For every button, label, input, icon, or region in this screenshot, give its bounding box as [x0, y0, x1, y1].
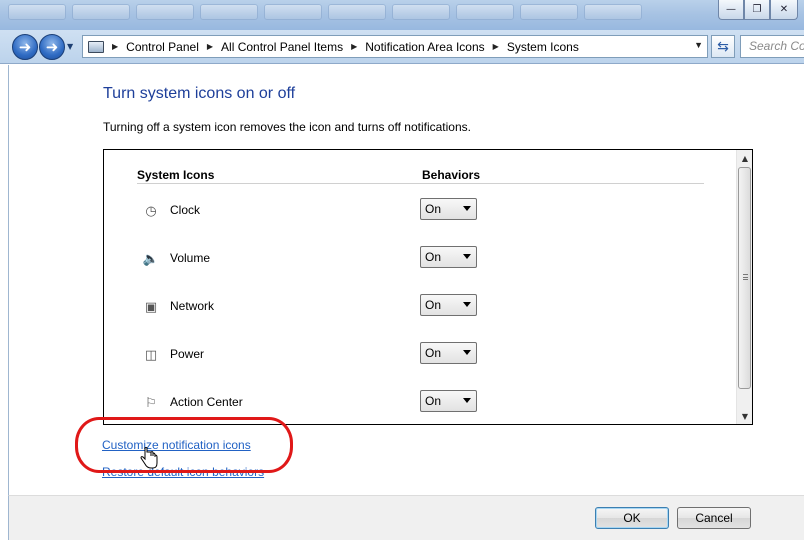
refresh-button[interactable]: ⇆	[711, 35, 735, 58]
scroll-down-icon[interactable]: ▼	[737, 408, 752, 424]
ok-button[interactable]: OK	[595, 507, 669, 529]
action-center-flag-icon: ⚐	[145, 395, 157, 411]
chevron-down-icon	[463, 302, 471, 307]
forward-button[interactable]: ➜	[39, 34, 65, 60]
minimize-button[interactable]: —	[718, 0, 744, 20]
chevron-down-icon	[463, 206, 471, 211]
maximize-button[interactable]: ❐	[744, 0, 770, 20]
select-value: On	[425, 298, 442, 312]
chevron-right-icon[interactable]: ▶	[108, 42, 122, 51]
select-value: On	[425, 202, 442, 216]
item-label: Clock	[170, 203, 201, 217]
chevron-down-icon	[463, 254, 471, 259]
network-icon: ▣	[144, 299, 158, 315]
forward-arrow-icon: ➜	[45, 37, 59, 56]
select-value: On	[425, 394, 442, 408]
select-value: On	[425, 250, 442, 264]
power-icon: ◫	[144, 347, 158, 363]
list-header: System Icons Behaviors	[137, 168, 704, 184]
address-bar[interactable]: ▶ Control Panel ▶ All Control Panel Item…	[82, 35, 708, 58]
close-button[interactable]: ✕	[770, 0, 798, 20]
breadcrumb-all-items[interactable]: All Control Panel Items	[217, 40, 347, 54]
list-item-volume: 🔈 Volume On	[142, 246, 522, 280]
chevron-down-icon	[463, 398, 471, 403]
volume-icon: 🔈	[142, 251, 160, 267]
navigation-bar: ➜ ➜ ▼ ▶ Control Panel ▶ All Control Pane…	[0, 30, 804, 64]
behavior-select-action-center[interactable]: On	[420, 390, 477, 412]
hand-cursor-icon	[140, 447, 158, 469]
list-item-action-center: ⚐ Action Center On	[142, 390, 522, 424]
computer-icon	[88, 40, 104, 53]
dialog-button-bar: OK Cancel	[8, 495, 804, 540]
restore-default-behaviors-link[interactable]: Restore default icon behaviors	[102, 465, 264, 479]
refresh-icon: ⇆	[717, 38, 729, 55]
page-description: Turning off a system icon removes the ic…	[103, 120, 471, 134]
behavior-select-power[interactable]: On	[420, 342, 477, 364]
back-button[interactable]: ➜	[12, 34, 38, 60]
breadcrumb-control-panel[interactable]: Control Panel	[122, 40, 203, 54]
window-title-bar: — ❐ ✕	[0, 0, 804, 30]
chevron-right-icon[interactable]: ▶	[347, 42, 361, 51]
cancel-button[interactable]: Cancel	[677, 507, 751, 529]
column-header-behaviors: Behaviors	[422, 168, 481, 182]
clock-icon: ◷	[145, 203, 157, 219]
background-taskbar-strip	[0, 4, 740, 24]
item-label: Network	[170, 299, 215, 313]
breadcrumb-notification-area-icons[interactable]: Notification Area Icons	[361, 40, 488, 54]
select-value: On	[425, 346, 442, 360]
behavior-select-network[interactable]: On	[420, 294, 477, 316]
main-content: Turn system icons on or off Turning off …	[8, 65, 804, 495]
item-label: Volume	[170, 251, 211, 265]
chevron-right-icon[interactable]: ▶	[203, 42, 217, 51]
scroll-up-icon[interactable]: ▲	[737, 150, 752, 166]
chevron-down-icon	[463, 350, 471, 355]
list-item-clock: ◷ Clock On	[142, 198, 522, 232]
breadcrumb-system-icons[interactable]: System Icons	[503, 40, 583, 54]
window-controls: — ❐ ✕	[718, 0, 798, 20]
search-input[interactable]: Search Co	[740, 35, 804, 58]
system-icons-list: System Icons Behaviors ◷ Clock On 🔈 Volu…	[103, 149, 753, 425]
item-label: Power	[170, 347, 205, 361]
page-title: Turn system icons on or off	[103, 85, 296, 102]
behavior-select-clock[interactable]: On	[420, 198, 477, 220]
customize-notification-icons-link[interactable]: Customize notification icons	[102, 438, 251, 452]
recent-pages-dropdown[interactable]: ▼	[67, 42, 73, 51]
list-item-power: ◫ Power On	[142, 342, 522, 376]
back-arrow-icon: ➜	[18, 37, 32, 56]
list-item-network: ▣ Network On	[142, 294, 522, 328]
chevron-right-icon[interactable]: ▶	[489, 42, 503, 51]
item-label: Action Center	[170, 395, 243, 409]
behavior-select-volume[interactable]: On	[420, 246, 477, 268]
column-header-system-icons: System Icons	[137, 168, 215, 182]
scroll-thumb[interactable]	[738, 167, 751, 389]
list-scrollbar[interactable]: ▲ ▼	[736, 150, 752, 424]
address-dropdown-icon[interactable]: ▼	[694, 40, 703, 50]
